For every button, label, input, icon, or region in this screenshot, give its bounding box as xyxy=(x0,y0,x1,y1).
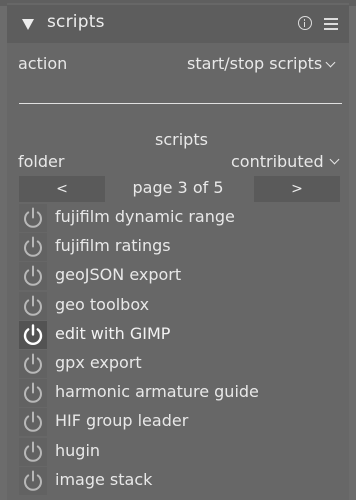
power-toggle-icon[interactable] xyxy=(19,320,47,349)
script-row[interactable]: edit with GIMP xyxy=(19,320,339,350)
power-toggle-icon[interactable] xyxy=(19,437,47,466)
script-name: hugin xyxy=(55,440,101,460)
script-name: image stack xyxy=(55,469,153,489)
script-name: fujifilm ratings xyxy=(55,236,171,256)
script-name: HIF group leader xyxy=(55,411,189,431)
script-row[interactable]: image stack xyxy=(19,466,339,496)
script-name: edit with GIMP xyxy=(55,323,171,343)
script-name: geo toolbox xyxy=(55,294,150,314)
script-name: geoJSON export xyxy=(55,265,182,285)
chevron-down-icon xyxy=(329,154,340,165)
scripts-heading: scripts xyxy=(155,130,208,149)
power-toggle-icon[interactable] xyxy=(19,204,47,232)
script-row[interactable]: hugin xyxy=(19,437,339,467)
script-name: harmonic armature guide xyxy=(55,382,259,402)
folder-value: contributed xyxy=(231,152,324,171)
scripts-module-panel: scripts action start/stop scripts script… xyxy=(7,3,349,500)
power-toggle-icon[interactable] xyxy=(19,291,47,320)
chevron-down-icon xyxy=(325,57,336,68)
power-toggle-icon[interactable] xyxy=(19,262,47,291)
script-row[interactable]: fujifilm ratings xyxy=(19,233,339,262)
action-value: start/stop scripts xyxy=(187,54,323,73)
script-name: gpx export xyxy=(55,353,142,372)
power-toggle-icon[interactable] xyxy=(19,350,47,378)
next-page-button[interactable]: > xyxy=(254,176,340,202)
power-toggle-icon[interactable] xyxy=(19,233,47,262)
folder-label: folder xyxy=(18,152,65,171)
divider-line xyxy=(19,103,342,104)
info-icon[interactable] xyxy=(298,16,312,30)
script-row[interactable]: gpx export xyxy=(19,350,339,379)
script-row[interactable]: geoJSON export xyxy=(19,262,339,291)
script-name: fujifilm dynamic range xyxy=(55,207,235,226)
module-title: scripts xyxy=(47,12,105,32)
power-toggle-icon[interactable] xyxy=(19,466,47,495)
script-row[interactable]: HIF group leader xyxy=(19,408,339,437)
action-label: action xyxy=(18,54,68,73)
collapse-triangle-icon[interactable] xyxy=(22,19,34,30)
script-row[interactable]: geo toolbox xyxy=(19,291,339,321)
power-toggle-icon[interactable] xyxy=(19,379,47,408)
script-row[interactable]: fujifilm dynamic range xyxy=(19,204,339,233)
module-header[interactable]: scripts xyxy=(7,5,349,43)
script-row[interactable]: harmonic armature guide xyxy=(19,379,339,408)
hamburger-menu-icon[interactable] xyxy=(324,18,338,30)
power-toggle-icon[interactable] xyxy=(19,408,47,437)
